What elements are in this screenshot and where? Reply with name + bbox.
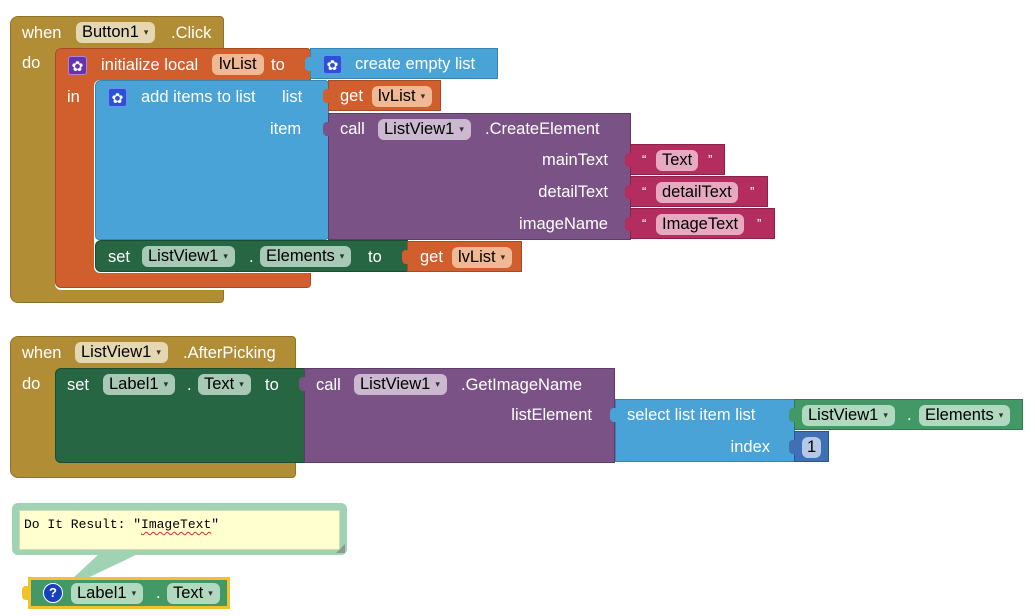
dot-label: . [156, 584, 161, 602]
number-value-field[interactable]: 1 [802, 437, 822, 458]
dropdown-arrow-icon: ▾ [459, 124, 464, 134]
text-value-field[interactable]: ImageText [656, 214, 745, 235]
quote-close-icon: ” [750, 184, 755, 199]
item-socket-label: item [270, 120, 302, 138]
text-block-imagename[interactable]: “ ImageText ” [625, 208, 775, 239]
get-variable-block[interactable]: get lvList ▾ [323, 80, 441, 111]
resize-handle-icon[interactable] [336, 544, 345, 553]
dropdown-arrow-icon: ▾ [500, 252, 506, 262]
variable-dropdown-lvlist[interactable]: lvList ▾ [452, 247, 513, 268]
dot-label: . [907, 406, 912, 424]
dropdown-arrow-icon: ▾ [131, 588, 137, 598]
dropdown-arrow-icon: ▾ [883, 410, 888, 420]
dropdown-text: ListView1 [384, 120, 455, 138]
param-label-maintext: mainText [541, 151, 608, 169]
param-label-listelement: listElement [511, 406, 592, 424]
bubble-tail [58, 553, 140, 592]
text-block-maintext[interactable]: “ Text ” [625, 144, 725, 175]
to-label: to [368, 248, 382, 266]
dropdown-text: Elements [925, 406, 994, 424]
select-list-item-label: select list item list [627, 406, 756, 424]
result-suffix: " [211, 517, 220, 532]
quote-open-icon: “ [642, 152, 647, 167]
index-socket-label: index [730, 438, 770, 456]
property-dropdown-elements[interactable]: Elements ▾ [919, 405, 1011, 426]
method-name: .GetImageName [461, 376, 583, 394]
param-label-imagename: imageName [519, 215, 608, 233]
create-empty-list-label: create empty list [355, 55, 476, 73]
dropdown-text: Text [204, 375, 235, 393]
text-value: ImageText [662, 215, 739, 233]
call-label: call [316, 376, 341, 394]
text-value-field[interactable]: Text [656, 150, 699, 171]
dropdown-text: Text [173, 584, 204, 602]
create-empty-list-block[interactable]: ✿ create empty list [305, 48, 498, 79]
label1-text-getter-block[interactable]: ? Label1 ▾ . Text ▾ [22, 577, 230, 609]
component-dropdown-label1[interactable]: Label1 ▾ [71, 583, 144, 604]
dropdown-arrow-icon: ▾ [239, 379, 244, 389]
get-label: get [340, 87, 363, 105]
property-dropdown-text[interactable]: Text ▾ [167, 583, 220, 604]
text-value: detailText [662, 183, 732, 201]
quote-close-icon: ” [757, 216, 762, 231]
dropdown-arrow-icon: ▾ [223, 251, 228, 261]
dropdown-text: ListView1 [360, 375, 431, 393]
component-dropdown-listview1[interactable]: ListView1 ▾ [802, 405, 895, 426]
dropdown-text: Label1 [77, 584, 127, 602]
call-label: call [340, 120, 365, 138]
param-label-detailtext: detailText [538, 183, 608, 201]
quote-close-icon: ” [708, 152, 713, 167]
text-block-detailtext[interactable]: “ detailText ” [625, 176, 768, 207]
property-dropdown-text[interactable]: Text ▾ [198, 374, 251, 395]
quote-open-icon: “ [642, 184, 647, 199]
dropdown-arrow-icon: ▾ [420, 91, 426, 101]
dropdown-text: lvList [458, 248, 496, 266]
dropdown-text: lvList [378, 87, 416, 105]
number-block-index[interactable]: 1 [789, 431, 829, 462]
get-variable-block[interactable]: get lvList ▾ [402, 241, 522, 272]
get-listview1-elements-block[interactable]: ListView1 ▾ . Elements ▾ [789, 399, 1023, 430]
to-label: to [271, 56, 285, 74]
dropdown-text: ListView1 [808, 406, 879, 424]
number-value: 1 [807, 438, 817, 456]
method-name: .CreateElement [485, 120, 600, 138]
component-dropdown-listview1[interactable]: ListView1 ▾ [354, 374, 447, 395]
variable-name-text: lvList [219, 55, 257, 73]
text-value: Text [662, 151, 693, 169]
text-value-field[interactable]: detailText [656, 182, 738, 203]
call-createelement-block[interactable]: call ListView1 ▾ .CreateElement mainText … [323, 113, 631, 240]
to-label: to [265, 376, 279, 394]
select-list-item-block[interactable]: select list item list index [610, 399, 795, 462]
quote-open-icon: “ [642, 216, 647, 231]
dropdown-arrow-icon: ▾ [998, 410, 1004, 420]
call-getimagename-block[interactable]: call ListView1 ▾ .GetImageName listElemen… [299, 368, 615, 463]
property-dropdown-elements[interactable]: Elements ▾ [260, 246, 352, 267]
dropdown-arrow-icon: ▾ [435, 379, 440, 389]
dot-label: . [249, 248, 254, 266]
variable-dropdown-lvlist[interactable]: lvList ▾ [372, 86, 433, 107]
dropdown-arrow-icon: ▾ [339, 251, 345, 261]
help-icon[interactable]: ? [43, 583, 63, 603]
mutator-gear-icon[interactable]: ✿ [323, 55, 342, 74]
local-variable-name-field[interactable]: lvList [212, 54, 264, 75]
component-dropdown-listview1[interactable]: ListView1 ▾ [378, 119, 471, 140]
dropdown-text: Elements [266, 247, 335, 265]
dropdown-arrow-icon: ▾ [208, 588, 213, 598]
list-socket-label: list [282, 88, 303, 106]
get-label: get [420, 248, 443, 266]
